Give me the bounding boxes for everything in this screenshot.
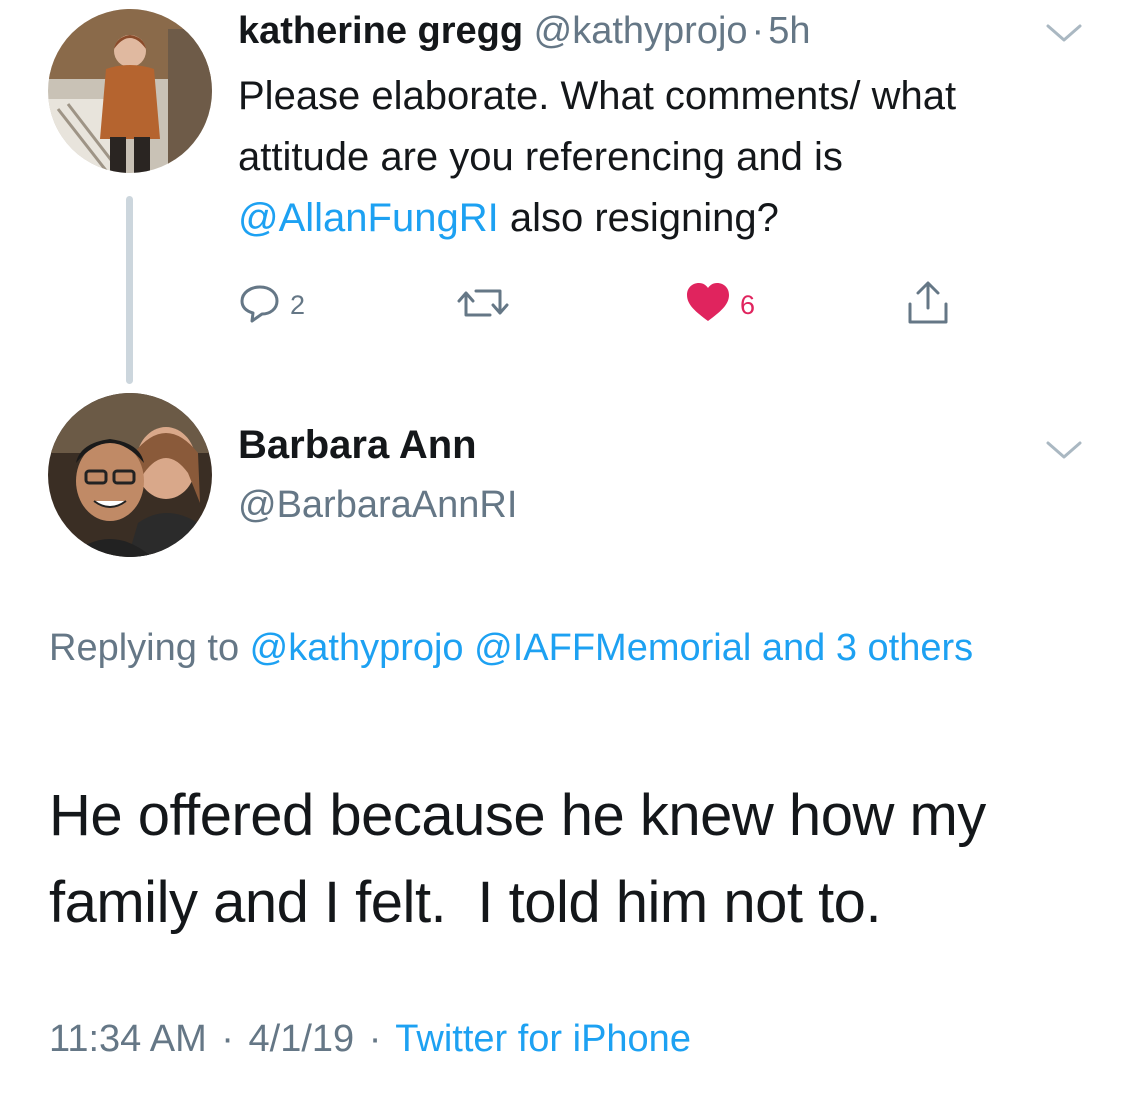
tweet2-text: He offered because he knew how my family… <box>49 783 1002 935</box>
replying-mention-kathyprojo[interactable]: @kathyprojo <box>250 627 464 669</box>
avatar-katherine-gregg[interactable] <box>48 9 212 173</box>
tweet2-timestamp: 11:34 AM <box>49 1018 207 1060</box>
retweet-icon <box>456 281 510 330</box>
reply-icon <box>238 281 282 330</box>
meta-dot-2: · <box>368 1018 382 1060</box>
tweet1-mention-link[interactable]: @AllanFungRI <box>238 196 499 240</box>
reply-count: 2 <box>290 289 306 320</box>
chevron-down-icon[interactable] <box>1044 20 1084 46</box>
tweet1-author-handle[interactable]: @kathyprojo <box>534 10 748 52</box>
replying-to: Replying to @kathyprojo @IAFFMemorial an… <box>49 618 1089 678</box>
replying-others-link[interactable]: and 3 others <box>762 627 973 669</box>
tweet2-date: 4/1/19 <box>248 1018 355 1060</box>
share-icon <box>904 280 952 331</box>
replying-mention-iaffmemorial[interactable]: @IAFFMemorial <box>474 627 751 669</box>
tweet1-time[interactable]: 5h <box>768 10 810 52</box>
heart-icon <box>684 281 732 330</box>
reply-button[interactable]: 2 <box>238 280 305 330</box>
thread-connector-line <box>126 196 133 384</box>
tweet2-meta: 11:34 AM · 4/1/19 · Twitter for iPhone <box>49 1014 691 1064</box>
tweet2-source-link[interactable]: Twitter for iPhone <box>395 1018 691 1060</box>
tweet1-header: katherine gregg @kathyprojo · 5h <box>238 6 810 56</box>
tweet2-author-name[interactable]: Barbara Ann <box>238 420 477 470</box>
retweet-button[interactable] <box>456 280 518 330</box>
tweet1-actions: 2 6 <box>238 280 998 330</box>
chevron-down-icon[interactable] <box>1044 437 1084 463</box>
avatar-barbara-ann[interactable] <box>48 393 212 557</box>
like-count: 6 <box>740 289 756 320</box>
tweet1-body-text-1: Please elaborate. What comments/ what at… <box>238 74 957 179</box>
share-button[interactable] <box>904 280 952 330</box>
replying-prefix: Replying to <box>49 627 250 669</box>
like-button[interactable]: 6 <box>684 280 755 330</box>
tweet1-body: Please elaborate. What comments/ what at… <box>238 66 1078 249</box>
tweet1-body-text-2: also resigning? <box>498 196 779 240</box>
meta-dot-1: · <box>221 1018 234 1060</box>
tweet1-separator: · <box>751 10 765 52</box>
avatar-photo <box>48 393 212 557</box>
tweet2-author-handle[interactable]: @BarbaraAnnRI <box>238 480 517 530</box>
tweet1-author-name[interactable]: katherine gregg <box>238 10 523 52</box>
avatar-photo <box>48 9 212 173</box>
